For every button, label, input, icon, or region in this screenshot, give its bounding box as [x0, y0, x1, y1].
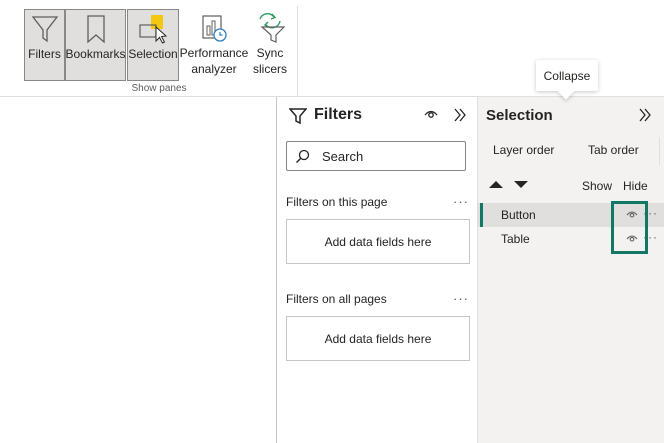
bookmark-icon [86, 15, 105, 44]
collapse-tooltip: Collapse [536, 60, 598, 91]
tab-layer-order[interactable]: Layer order [493, 143, 554, 157]
selection-ribbon-button[interactable]: Selection [127, 9, 179, 81]
group-label: Show panes [131, 83, 187, 94]
filters-on-all-pages-label: Filters on all pages [286, 292, 387, 306]
tab-tab-order[interactable]: Tab order [588, 143, 639, 157]
hide-column-header: Hide [623, 179, 648, 193]
filters-search-input[interactable] [322, 148, 452, 164]
performance-chart-icon [202, 15, 227, 42]
selection-tabs: Layer order Tab order [478, 137, 664, 167]
report-canvas[interactable] [0, 97, 276, 443]
eye-icon[interactable] [424, 109, 438, 119]
funnel-icon [289, 108, 307, 125]
selection-ribbon-label: Selection [128, 47, 178, 61]
this-page-drop-text: Add data fields here [324, 234, 432, 249]
move-up-arrow-icon[interactable] [489, 181, 503, 188]
selection-pane: Selection Layer order Tab order Show Hid… [478, 97, 664, 443]
performance-analyzer-ribbon-button[interactable]: Performance analyzer [180, 9, 248, 81]
funnel-icon [31, 16, 58, 43]
sync-slicers-label-1: Sync [256, 46, 284, 60]
show-panes-group: Filters Bookmarks Selection Performance … [20, 6, 298, 97]
filters-on-this-page-more-button[interactable]: ··· [453, 194, 469, 209]
sync-slicers-icon [259, 13, 286, 43]
filters-on-this-page-label: Filters on this page [286, 195, 388, 209]
layer-name: Button [501, 208, 536, 222]
visibility-highlight-box [611, 201, 648, 254]
search-icon [296, 149, 310, 163]
selection-pointer-icon [139, 15, 168, 44]
all-pages-drop-well[interactable]: Add data fields here [286, 316, 470, 361]
bookmarks-ribbon-label: Bookmarks [65, 47, 126, 61]
selected-accent-bar [480, 203, 483, 227]
filters-on-all-pages-more-button[interactable]: ··· [453, 291, 469, 306]
selection-pane-title: Selection [486, 107, 553, 124]
this-page-drop-well[interactable]: Add data fields here [286, 219, 470, 264]
double-chevron-right-icon[interactable] [638, 107, 652, 123]
filters-ribbon-button[interactable]: Filters [24, 9, 65, 81]
tooltip-text: Collapse [543, 68, 591, 83]
double-chevron-right-icon[interactable] [453, 107, 467, 123]
performance-analyzer-label-1: Performance [179, 46, 249, 60]
filters-ribbon-label: Filters [28, 47, 61, 61]
layer-name: Table [501, 232, 530, 246]
sync-slicers-label-2: slicers [252, 62, 287, 76]
filters-pane-title: Filters [314, 106, 363, 123]
all-pages-drop-text: Add data fields here [324, 331, 432, 346]
show-column-header: Show [582, 179, 613, 193]
move-down-arrow-icon[interactable] [514, 181, 528, 188]
filters-search-box[interactable] [286, 141, 466, 171]
filters-pane: Filters Filters on this page ··· Add dat… [276, 97, 478, 443]
tab-divider [659, 137, 660, 165]
bookmarks-ribbon-button[interactable]: Bookmarks [65, 9, 126, 81]
performance-analyzer-label-2: analyzer [191, 62, 237, 76]
sync-slicers-ribbon-button[interactable]: Sync slicers [249, 9, 291, 81]
layer-tools: Show Hide [478, 177, 664, 197]
